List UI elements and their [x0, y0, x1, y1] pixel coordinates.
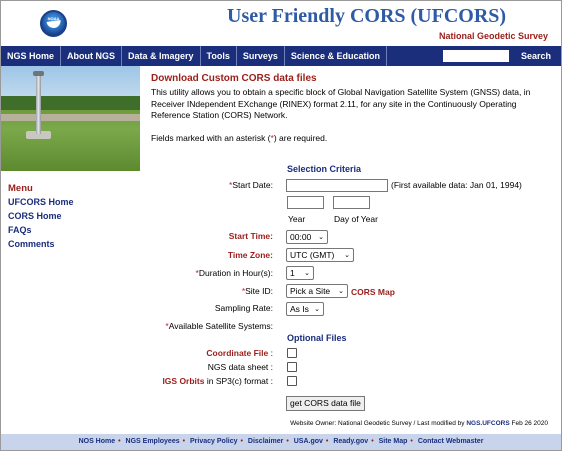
coordinate-file-checkbox[interactable] — [287, 348, 297, 358]
igs-orbits-label: IGS Orbits in SP3(c) format : — [162, 376, 273, 386]
sampling-rate-label: Sampling Rate: — [214, 303, 273, 313]
footer-separator: • — [118, 438, 121, 445]
footer-separator: • — [325, 438, 329, 445]
coordinate-file-link[interactable]: Coordinate File — [206, 348, 268, 358]
day-of-year-label: Day of Year — [334, 214, 378, 224]
footer-separator: • — [371, 438, 374, 445]
year-input[interactable] — [287, 196, 324, 209]
main-nav: NGS Home About NGS Data & Imagery Tools … — [1, 46, 561, 66]
site-header: NOAA User Friendly CORS (UFCORS) Nationa… — [1, 1, 561, 46]
required-note-suffix: ) are required. — [273, 132, 328, 143]
nav-science-education[interactable]: Science & Education — [285, 46, 387, 66]
start-time-label: Start Time: — [228, 231, 273, 241]
footer-link-ngs-employees[interactable]: NGS Employees — [126, 438, 180, 445]
cors-station-photo — [1, 66, 140, 171]
required-note-prefix: Fields marked with an asterisk ( — [151, 132, 271, 143]
optional-files-heading: Optional Files — [287, 333, 347, 343]
owner-link[interactable]: NGS.UFCORS — [466, 420, 509, 427]
get-data-button[interactable]: get CORS data file — [286, 396, 365, 411]
side-menu: Menu UFCORS Home CORS Home FAQs Comments — [8, 183, 74, 253]
search-button[interactable]: Search — [521, 51, 551, 61]
site-footer: NOS Home • NGS Employees • Privacy Policy •… — [1, 434, 561, 450]
start-date-label-text: Start Date: — [232, 180, 273, 190]
satellite-systems-label-text: Available Satellite Systems: — [168, 321, 273, 331]
chevron-down-icon: ⌄ — [318, 234, 324, 241]
ngs-data-sheet-label: NGS data sheet : — [207, 362, 273, 372]
nav-tools[interactable]: Tools — [201, 46, 237, 66]
search-input[interactable] — [442, 50, 509, 62]
sampling-rate-value: As Is — [290, 304, 309, 314]
chevron-down-icon: ⌄ — [314, 306, 320, 313]
selection-criteria-heading: Selection Criteria — [287, 164, 362, 174]
footer-link-nos-home[interactable]: NOS Home — [79, 438, 116, 445]
time-zone-value: UTC (GMT) — [290, 250, 335, 260]
satellite-systems-label: *Available Satellite Systems: — [165, 321, 273, 331]
menu-item-ufcors-home[interactable]: UFCORS Home — [8, 197, 74, 207]
nav-about-ngs[interactable]: About NGS — [61, 46, 123, 66]
footer-separator: • — [286, 438, 289, 445]
duration-select[interactable]: 1 ⌄ — [286, 266, 314, 280]
footer-separator: • — [410, 438, 413, 445]
start-time-value: 00:00 — [290, 232, 312, 242]
time-zone-label: Time Zone: — [227, 250, 273, 260]
antenna-cap — [33, 71, 44, 76]
noaa-logo[interactable]: NOAA — [40, 10, 67, 37]
search-area: Search — [442, 50, 551, 62]
photo-trees — [1, 96, 140, 110]
time-zone-select[interactable]: UTC (GMT) ⌄ — [286, 248, 354, 262]
menu-item-cors-home[interactable]: CORS Home — [8, 211, 74, 221]
page-title: User Friendly CORS (UFCORS) — [227, 5, 507, 27]
footer-link-disclaimer[interactable]: Disclaimer — [248, 438, 283, 445]
nav-ngs-home[interactable]: NGS Home — [1, 46, 62, 66]
day-of-year-input[interactable] — [333, 196, 370, 209]
antenna-pole — [36, 74, 41, 134]
agency-name: National Geodetic Survey — [438, 31, 548, 41]
photo-road — [1, 114, 140, 121]
site-id-value: Pick a Site — [290, 286, 331, 296]
start-time-select[interactable]: 00:00 ⌄ — [286, 230, 328, 244]
footer-separator: • — [182, 438, 186, 445]
nav-surveys[interactable]: Surveys — [237, 46, 285, 66]
footer-link-privacy-policy[interactable]: Privacy Policy — [190, 438, 237, 445]
site-id-label-text: Site ID: — [245, 286, 273, 296]
coordinate-file-label: Coordinate File : — [206, 348, 273, 358]
duration-value: 1 — [290, 268, 295, 278]
footer-link-contact-webmaster[interactable]: Contact Webmaster — [418, 438, 484, 445]
igs-orbits-link[interactable]: IGS Orbits — [162, 376, 204, 386]
nav-data-imagery[interactable]: Data & Imagery — [122, 46, 201, 66]
chevron-down-icon: ⌄ — [338, 288, 344, 295]
menu-item-comments[interactable]: Comments — [8, 239, 74, 249]
footer-separator: • — [240, 438, 243, 445]
site-id-label: *Site ID: — [242, 286, 273, 296]
sampling-rate-select[interactable]: As Is ⌄ — [286, 302, 324, 316]
start-date-label: *Start Date: — [229, 180, 273, 190]
bird-icon — [46, 20, 62, 29]
main-content: Download Custom CORS data files This uti… — [151, 73, 546, 144]
owner-date: Feb 26 2020 — [511, 420, 548, 427]
year-label: Year — [288, 214, 306, 224]
coordinate-file-suffix: : — [270, 348, 273, 358]
first-available-note: (First available data: Jan 01, 1994) — [391, 180, 522, 190]
chevron-down-icon: ⌄ — [304, 270, 310, 277]
start-date-input[interactable] — [286, 179, 388, 192]
igs-orbits-checkbox[interactable] — [287, 376, 297, 386]
duration-label: *Duration in Hour(s): — [196, 268, 273, 278]
site-id-select[interactable]: Pick a Site ⌄ — [286, 284, 348, 298]
chevron-down-icon: ⌄ — [344, 252, 350, 259]
duration-label-text: Duration in Hour(s): — [198, 268, 273, 278]
required-note: Fields marked with an asterisk (*) are r… — [151, 133, 546, 145]
footer-link-site-map[interactable]: Site Map — [379, 438, 408, 445]
footer-link-ready-gov[interactable]: Ready.gov — [333, 438, 368, 445]
section-heading: Download Custom CORS data files — [151, 73, 317, 84]
owner-text: Website Owner: National Geodetic Survey … — [290, 420, 465, 427]
menu-heading: Menu — [8, 183, 33, 194]
owner-line: Website Owner: National Geodetic Survey … — [290, 420, 548, 427]
cors-map-link[interactable]: CORS Map — [351, 287, 395, 297]
igs-orbits-suffix: in SP3(c) format : — [206, 376, 273, 386]
ngs-data-sheet-checkbox[interactable] — [287, 362, 297, 372]
footer-link-usa-gov[interactable]: USA.gov — [294, 438, 323, 445]
intro-text: This utility allows you to obtain a spec… — [151, 87, 531, 120]
menu-item-faqs[interactable]: FAQs — [8, 225, 74, 235]
